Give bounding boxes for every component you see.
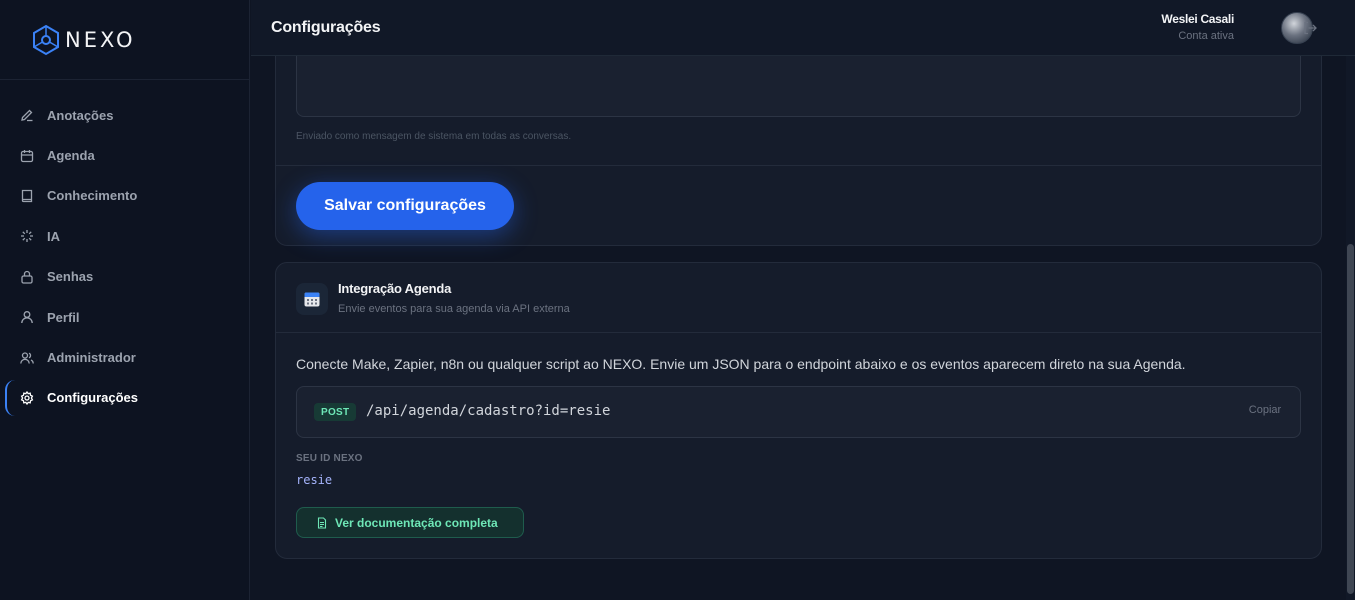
sidebar-item-label: Anotações [47,107,114,123]
gear-icon [20,390,34,405]
sidebar-item-senhas[interactable]: Senhas [0,257,249,297]
settings-card: Enviado como mensagem de sistema em toda… [275,56,1322,246]
sidebar-item-conhecimento[interactable]: Conhecimento [0,176,249,216]
sidebar: NEXO Anotações Agenda Conhecimento IA Se… [0,0,250,600]
http-method-badge: POST [314,403,357,421]
sidebar-item-agenda[interactable]: Agenda [0,135,249,175]
divider [276,332,1321,333]
copy-button[interactable]: Copiar [1230,404,1300,416]
users-icon [20,351,34,365]
scrollbar-thumb[interactable] [1347,244,1354,594]
sidebar-item-label: Perfil [47,309,80,325]
calendar-icon [296,283,328,315]
sidebar-item-label: Configurações [47,390,139,406]
endpoint-box: POST /api/agenda/cadastro?id=resie Copia… [296,386,1301,438]
logout-icon[interactable] [1302,20,1318,36]
pencil-icon [20,108,34,122]
sidebar-item-anotacoes[interactable]: Anotações [0,95,249,135]
user-name: Weslei Casali [1161,12,1234,26]
document-icon [317,516,327,529]
sparkle-icon [20,229,34,243]
view-docs-label: Ver documentação completa [335,515,498,530]
book-icon [20,189,34,203]
brand-name: NEXO [65,27,136,52]
integration-description: Conecte Make, Zapier, n8n ou qualquer sc… [296,356,1186,372]
system-prompt-hint: Enviado como mensagem de sistema em toda… [296,131,572,142]
brand-logo[interactable]: NEXO [0,0,249,80]
sidebar-item-label: Agenda [47,148,95,164]
system-prompt-textarea[interactable] [296,56,1301,117]
integration-subtitle: Envie eventos para sua agenda via API ex… [338,303,570,315]
user-icon [20,310,34,324]
sidebar-item-label: IA [47,228,60,244]
sidebar-item-ia[interactable]: IA [0,216,249,256]
nexo-logo-icon [33,24,59,55]
main-content: Enviado como mensagem de sistema em toda… [251,56,1346,600]
page-title: Configurações [271,18,381,36]
save-settings-button[interactable]: Salvar configurações [296,182,514,230]
user-status: Conta ativa [1178,30,1234,42]
sidebar-item-configuracoes[interactable]: Configurações [0,378,249,418]
sidebar-nav: Anotações Agenda Conhecimento IA Senhas [0,80,249,418]
sidebar-item-label: Senhas [47,269,94,285]
lock-icon [20,270,34,284]
view-docs-button[interactable]: Ver documentação completa [296,507,524,538]
user-info[interactable]: Weslei Casali Conta ativa [1161,12,1234,42]
endpoint-path: /api/agenda/cadastro?id=resie [366,403,611,419]
divider [276,165,1321,166]
sidebar-item-perfil[interactable]: Perfil [0,297,249,337]
calendar-icon [20,149,34,163]
integration-card: Integração Agenda Envie eventos para sua… [275,262,1322,559]
nexo-id-label: SEU ID NEXO [296,453,363,464]
nexo-id-value: resie [296,473,333,487]
sidebar-item-label: Administrador [47,350,136,366]
sidebar-item-administrador[interactable]: Administrador [0,337,249,377]
integration-title: Integração Agenda [338,281,452,296]
top-header: Configurações Weslei Casali Conta ativa [251,0,1355,56]
sidebar-item-label: Conhecimento [47,188,138,204]
